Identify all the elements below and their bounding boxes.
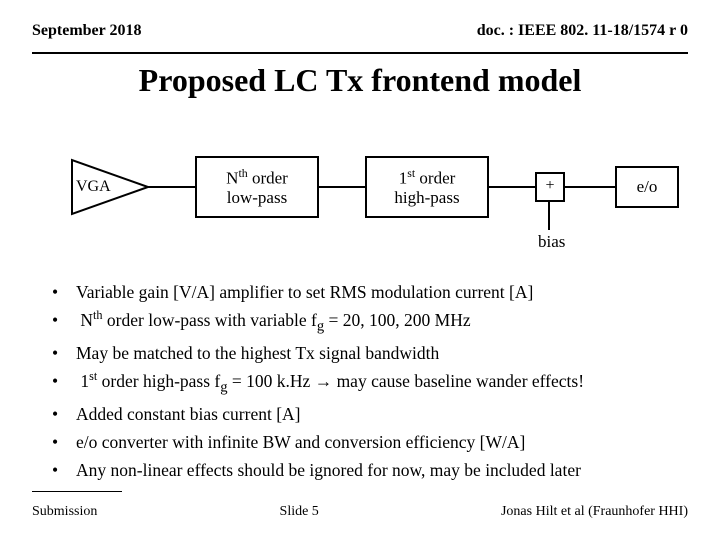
header-docid: doc. : IEEE 802. 11-18/1574 r 0 — [477, 22, 688, 40]
sup: st — [407, 166, 415, 180]
slide: September 2018 doc. : IEEE 802. 11-18/15… — [0, 0, 720, 540]
lowpass-line1: Nth order — [197, 167, 317, 188]
footer-author: Jonas Hilt et al (Fraunhofer HHI) — [501, 504, 688, 520]
txt: = 20, 100, 200 MHz — [324, 310, 470, 330]
bias-label: bias — [538, 232, 565, 252]
txt: 1 — [80, 371, 89, 391]
list-item: e/o converter with infinite BW and conve… — [52, 428, 680, 456]
txt: order high-pass f — [97, 371, 220, 391]
sub: g — [220, 379, 227, 395]
txt: order low-pass with variable f — [103, 310, 317, 330]
lowpass-line2: low-pass — [197, 188, 317, 208]
list-item: 1st order high-pass fg = 100 k.Hz → may … — [52, 367, 680, 400]
txt: order — [248, 168, 288, 187]
sup: th — [93, 308, 103, 322]
header: September 2018 doc. : IEEE 802. 11-18/15… — [32, 22, 688, 40]
list-item: Nth order low-pass with variable fg = 20… — [52, 306, 680, 339]
header-date: September 2018 — [32, 22, 141, 40]
footer-slide: Slide 5 — [280, 504, 319, 520]
wire-bias — [548, 200, 550, 230]
bullet-list: Variable gain [V/A] amplifier to set RMS… — [52, 278, 680, 484]
wire — [486, 186, 535, 188]
sum-junction: + — [535, 172, 565, 202]
wire — [148, 186, 196, 188]
list-item: Any non-linear effects should be ignored… — [52, 456, 680, 484]
vga-block: VGA — [70, 158, 150, 216]
list-item: May be matched to the highest Tx signal … — [52, 339, 680, 367]
wire — [316, 186, 365, 188]
txt: N — [226, 168, 238, 187]
txt: 1 — [399, 168, 408, 187]
highpass-line1: 1st order — [367, 167, 487, 188]
eo-block: e/o — [615, 166, 679, 208]
wire — [563, 186, 615, 188]
txt: order — [415, 168, 455, 187]
footer: Submission Slide 5 Jonas Hilt et al (Fra… — [32, 504, 688, 520]
list-item: Added constant bias current [A] — [52, 400, 680, 428]
vga-label: VGA — [76, 178, 111, 196]
list-item: Variable gain [V/A] amplifier to set RMS… — [52, 278, 680, 306]
diagram: VGA Nth order low-pass 1st order high-pa… — [40, 150, 680, 270]
highpass-block: 1st order high-pass — [365, 156, 489, 218]
highpass-line2: high-pass — [367, 188, 487, 208]
footer-submission: Submission — [32, 504, 97, 520]
header-rule — [32, 52, 688, 54]
lowpass-block: Nth order low-pass — [195, 156, 319, 218]
sup: th — [238, 166, 247, 180]
txt: N — [80, 310, 93, 330]
txt: = 100 k.Hz → may cause baseline wander e… — [228, 371, 585, 391]
footer-rule — [32, 491, 122, 492]
page-title: Proposed LC Tx frontend model — [0, 62, 720, 99]
